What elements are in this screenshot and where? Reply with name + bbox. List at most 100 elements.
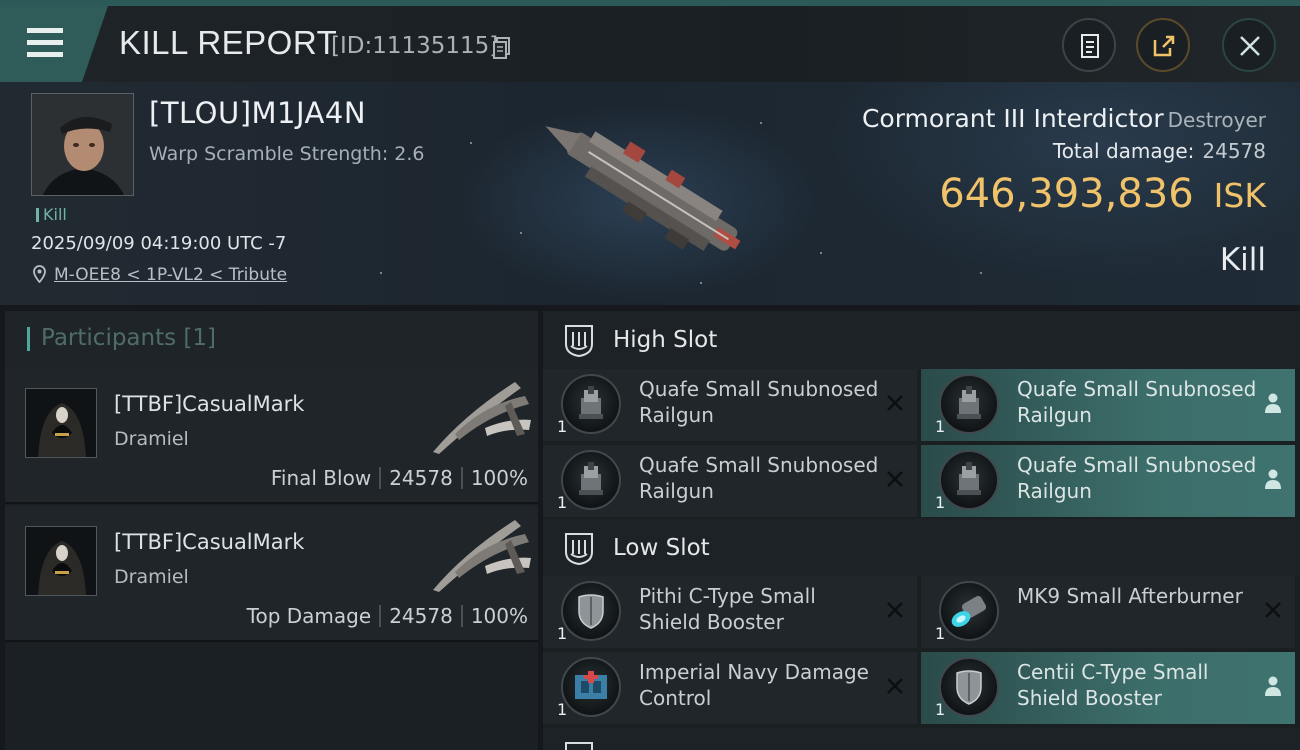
destroyed-x-icon [887, 678, 903, 694]
participant-stats: Top Damage 24578 100% [247, 604, 528, 628]
share-button[interactable] [1136, 18, 1190, 72]
module-card-dropped[interactable]: 1 Quafe Small Snubnosed Railgun [921, 445, 1295, 517]
high-slot-header: High Slot [543, 311, 1300, 369]
module-quantity: 1 [557, 493, 568, 512]
clipboard-button[interactable] [1062, 18, 1116, 72]
share-icon [1153, 35, 1175, 57]
participant-ship: Dramiel [114, 428, 189, 450]
module-quantity: 1 [935, 417, 946, 436]
slot-icon [565, 742, 593, 750]
module-icon-frame [939, 657, 999, 717]
module-quantity: 1 [557, 624, 568, 643]
participants-header: Participants [1] [5, 311, 538, 369]
module-card[interactable]: 1 Imperial Navy Damage Control [543, 652, 917, 724]
railgun-icon [579, 462, 603, 495]
stat-separator [379, 467, 382, 489]
page-title: KILL REPORT [119, 24, 338, 61]
participant-percent: 100% [470, 466, 528, 490]
afterburner-icon [951, 596, 987, 627]
participant-card[interactable]: [TTBF]CasualMark Dramiel Final Blow 24578… [5, 368, 538, 504]
destroyed-x-icon [887, 602, 903, 618]
ship-class: Destroyer [1167, 108, 1266, 132]
person-icon[interactable] [1263, 391, 1283, 415]
participants-title: Participants [1] [41, 325, 216, 351]
shield-booster-icon [956, 670, 982, 705]
module-card-dropped[interactable]: 1 Centii C-Type Small Shield Booster [921, 652, 1295, 724]
participants-panel: Participants [1] [TTBF]CasualMark Dramie… [5, 311, 538, 750]
module-name: Quafe Small Snubnosed Railgun [1017, 453, 1257, 503]
participant-name: [TTBF]CasualMark [114, 392, 305, 416]
close-icon [1240, 36, 1260, 56]
kill-location[interactable]: M-OEE8 < 1P-VL2 < Tribute [33, 265, 287, 285]
kill-type-tag: Kill [36, 205, 67, 224]
participant-damage: 24578 [389, 466, 453, 490]
shield-booster-icon [578, 594, 604, 629]
star [470, 142, 472, 144]
module-name: Quafe Small Snubnosed Railgun [639, 453, 879, 503]
module-card[interactable]: 1 MK9 Small Afterburner [921, 576, 1295, 648]
kill-timestamp: 2025/09/09 04:19:00 UTC -7 [31, 233, 287, 254]
victim-name[interactable]: [TLOU]M1JA4N [149, 96, 366, 130]
destroyed-x-icon [887, 471, 903, 487]
title-bar: KILL REPORT [ID:11135115] [0, 6, 1300, 82]
fitting-panel: High Slot 1 Quafe Small Snubnosed Railgu… [543, 311, 1300, 750]
module-icon-frame [561, 581, 621, 641]
module-name: Quafe Small Snubnosed Railgun [639, 377, 879, 427]
report-id: [ID:11135115] [331, 33, 499, 59]
stat-separator [379, 605, 382, 627]
module-icon-frame [561, 450, 621, 510]
person-icon[interactable] [1263, 674, 1283, 698]
star [980, 272, 982, 274]
module-name: MK9 Small Afterburner [1017, 584, 1243, 608]
module-quantity: 1 [935, 700, 946, 719]
stat-separator [460, 605, 463, 627]
module-name: Quafe Small Snubnosed Railgun [1017, 377, 1257, 427]
module-icon-frame [561, 374, 621, 434]
menu-icon-bar [27, 40, 63, 45]
total-damage-label: Total damage: [1052, 139, 1195, 163]
clipboard-icon [1081, 34, 1099, 58]
hooded-pilot-icon [26, 389, 96, 457]
total-damage-value: 24578 [1202, 139, 1266, 163]
participant-card[interactable]: [TTBF]CasualMark Dramiel Top Damage 24578… [5, 506, 538, 642]
railgun-icon [579, 386, 603, 419]
kill-summary-banner: [TLOU]M1JA4N Warp Scramble Strength: 2.6… [0, 82, 1300, 305]
module-card[interactable]: 1 Quafe Small Snubnosed Railgun [543, 445, 917, 517]
module-name: Imperial Navy Damage Control [639, 660, 869, 710]
low-slot-header: Low Slot [543, 519, 1300, 577]
total-damage: Total damage: 24578 [1053, 139, 1266, 163]
pilot-avatar [32, 94, 133, 195]
module-card-dropped[interactable]: 1 Quafe Small Snubnosed Railgun [921, 369, 1295, 441]
participant-name: [TTBF]CasualMark [114, 530, 305, 554]
close-button[interactable] [1222, 18, 1276, 72]
header-accent [27, 327, 30, 351]
copy-icon[interactable] [492, 36, 512, 60]
dramiel-ship-icon [433, 382, 531, 454]
participant-damage: 24578 [389, 604, 453, 628]
railgun-icon [957, 386, 981, 419]
module-quantity: 1 [935, 493, 946, 512]
victim-ship-name[interactable]: Cormorant III Interdictor Destroyer [862, 104, 1266, 133]
stat-separator [460, 467, 463, 489]
participant-stats: Final Blow 24578 100% [271, 466, 528, 490]
victim-portrait[interactable] [31, 93, 134, 196]
participant-role: Final Blow [270, 466, 372, 490]
railgun-icon [957, 462, 981, 495]
next-slot-header [543, 728, 1300, 750]
module-card[interactable]: 1 Pithi C-Type Small Shield Booster [543, 576, 917, 648]
module-name: Pithi C-Type Small Shield Booster [639, 584, 816, 634]
module-card[interactable]: 1 Quafe Small Snubnosed Railgun [543, 369, 917, 441]
module-quantity: 1 [935, 624, 946, 643]
module-icon-frame [939, 581, 999, 641]
menu-icon [27, 28, 63, 33]
person-icon[interactable] [1263, 467, 1283, 491]
result-label: Kill [1219, 242, 1266, 278]
damage-control-icon [575, 671, 607, 699]
hooded-pilot-icon [26, 527, 96, 595]
isk-unit: ISK [1213, 176, 1266, 215]
location-link[interactable]: M-OEE8 < 1P-VL2 < Tribute [54, 265, 287, 285]
isk-value: 646,393,836 ISK [939, 171, 1266, 217]
star [820, 252, 822, 254]
menu-button[interactable] [0, 6, 108, 82]
star [380, 272, 382, 274]
